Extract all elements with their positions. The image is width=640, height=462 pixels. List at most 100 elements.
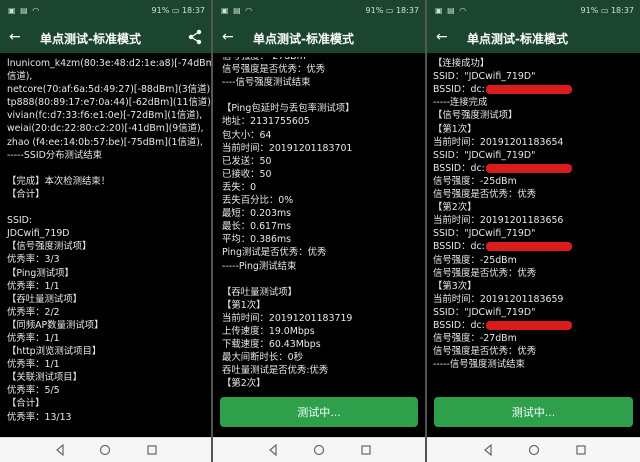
log-line-text: 信号强度：-25dBm bbox=[433, 254, 517, 266]
button-area: 测试中... bbox=[427, 389, 640, 437]
log-line-text: -----信号强度测试结束 bbox=[433, 359, 525, 371]
log-line-text: 【合计】 bbox=[7, 188, 45, 200]
log-scroll-area[interactable]: JDCwifi_719D【连接成功】SSID："JDCwifi_719D"BSS… bbox=[427, 53, 640, 437]
button-area: 测试中... bbox=[213, 389, 425, 437]
log-line: 【合计】 bbox=[7, 397, 209, 410]
log-line-text: zhao (f4:ee:14:0b:57:be)[-75dBm](1信道), bbox=[7, 136, 203, 148]
log-line: 【第3次】 bbox=[433, 280, 638, 293]
log-line-text: 【http浏览测试项目】 bbox=[7, 346, 102, 358]
log-line: 当前时间：20191201183701 bbox=[222, 142, 423, 155]
log-line-text: 【完成】本次检测结束！ bbox=[7, 175, 111, 187]
log-line: 【http浏览测试项目】 bbox=[7, 345, 209, 358]
log-line-text: weiai(20:dc:22:80:c2:20)[-41dBm](9信道), bbox=[7, 123, 204, 135]
log-line-text: 【信号强度测试项】 bbox=[7, 241, 92, 253]
log-line: 优秀率：1/1 bbox=[7, 280, 209, 293]
log-line: BSSID：dc: bbox=[433, 240, 638, 253]
phone-screen-1: ▣ ▤ ◠ 91% ▭ 18:37 ← 单点测试-标准模式 lnunicom_k… bbox=[0, 0, 211, 462]
phone-screen-3: ▣ ▤ ◠ 91% ▭ 18:37 ← 单点测试-标准模式 JDCwifi_71… bbox=[427, 0, 640, 462]
log-line: weiai(20:dc:22:80:c2:20)[-41dBm](9信道), bbox=[7, 122, 209, 135]
log-line-text: 最长：0.617ms bbox=[222, 221, 291, 233]
log-line-text: Ping测试是否优秀：优秀 bbox=[222, 247, 327, 259]
log-line: 信号强度是否优秀：优秀 bbox=[433, 188, 638, 201]
page-title: 单点测试-标准模式 bbox=[40, 32, 141, 46]
nav-recents-icon[interactable] bbox=[146, 444, 158, 456]
log-line: 信号强度：-25dBm bbox=[433, 254, 638, 267]
log-line-text: 当前时间：20191201183654 bbox=[433, 136, 564, 148]
log-line: 【吞吐量测试项】 bbox=[7, 293, 209, 306]
log-line: SSID："JDCwifi_719D" bbox=[433, 306, 638, 319]
log-line: ----信号强度测试结束 bbox=[222, 76, 423, 89]
log-line: 当前时间：20191201183656 bbox=[433, 214, 638, 227]
log-line-text: 丢失：0 bbox=[222, 181, 257, 193]
log-line-text: -----Ping测试结束 bbox=[222, 260, 297, 272]
log-line-text: 【第2次】 bbox=[222, 378, 266, 390]
log-line-text: BSSID：dc: bbox=[433, 319, 485, 331]
log-line-text: SSID："JDCwifi_719D" bbox=[433, 228, 536, 240]
redaction-mark bbox=[485, 242, 572, 252]
log-line: 包大小：64 bbox=[222, 129, 423, 142]
log-line: BSSID：dc: bbox=[433, 319, 638, 332]
log-line: 优秀率：3/3 bbox=[7, 253, 209, 266]
back-arrow-icon[interactable]: ← bbox=[436, 29, 448, 45]
log-line-text: 最大间断时长：0秒 bbox=[222, 352, 303, 364]
log-line: 【合计】 bbox=[7, 188, 209, 201]
log-line: 【同频AP数量测试项】 bbox=[7, 319, 209, 332]
log-line: 信号强度是否优秀：优秀 bbox=[222, 63, 423, 76]
log-line: lnunicom_k4zm(80:3e:48:d2:1e:a8)[-74dBm]… bbox=[7, 57, 211, 70]
log-line: 【Ping测试项】 bbox=[7, 267, 209, 280]
app-bar: ← 单点测试-标准模式 bbox=[427, 22, 640, 53]
log-line-text: 【第2次】 bbox=[433, 202, 477, 214]
testing-button[interactable]: 测试中... bbox=[220, 397, 418, 427]
log-line: 最长：0.617ms bbox=[222, 220, 423, 233]
status-battery-time: 91% ▭ 18:37 bbox=[580, 6, 634, 15]
log-line: 上传速度：19.0Mbps bbox=[222, 325, 423, 338]
log-scroll-area[interactable]: 信号强度：-27dBm 信号强度是否优秀：优秀 ----信号强度测试结束 【Ping包… bbox=[213, 53, 425, 437]
back-arrow-icon[interactable]: ← bbox=[222, 29, 234, 45]
log-line: 【第2次】 bbox=[433, 201, 638, 214]
log-line-text: 【信号强度测试项】 bbox=[433, 110, 518, 122]
log-line-text: 已接收：50 bbox=[222, 168, 272, 180]
log-line-text: 【Ping包延时与丢包率测试项】 bbox=[222, 103, 355, 115]
log-line-text: 地址：2131755605 bbox=[222, 116, 310, 128]
log-line-text: 当前时间：20191201183659 bbox=[433, 293, 564, 305]
log-line: 优秀率：1/1 bbox=[7, 332, 209, 345]
nav-recents-icon[interactable] bbox=[575, 444, 587, 456]
nav-back-icon[interactable] bbox=[268, 444, 278, 456]
system-nav-bar bbox=[213, 437, 425, 462]
log-line-text: 已发送：50 bbox=[222, 155, 272, 167]
nav-back-icon[interactable] bbox=[55, 444, 65, 456]
status-bar: ▣ ▤ ◠ 91% ▭ 18:37 bbox=[427, 0, 640, 22]
page-title: 单点测试-标准模式 bbox=[253, 32, 354, 46]
log-scroll-area[interactable]: lnunicom_k4zm(80:3e:48:d2:1e:a8)[-74dBm]… bbox=[0, 53, 211, 437]
log-line: 【Ping包延时与丢包率测试项】 bbox=[222, 102, 423, 115]
page-title: 单点测试-标准模式 bbox=[467, 32, 568, 46]
log-line-text: 当前时间：20191201183656 bbox=[433, 215, 564, 227]
share-icon[interactable] bbox=[188, 29, 202, 45]
log-line-text: 优秀率：1/1 bbox=[7, 359, 60, 371]
testing-button[interactable]: 测试中... bbox=[434, 397, 633, 427]
back-arrow-icon[interactable]: ← bbox=[9, 29, 21, 45]
log-line-text: 优秀率：13/13 bbox=[7, 411, 72, 423]
system-nav-bar bbox=[0, 437, 211, 462]
nav-recents-icon[interactable] bbox=[360, 444, 372, 456]
nav-home-icon[interactable] bbox=[528, 444, 540, 456]
log-line-text: 包大小：64 bbox=[222, 129, 272, 141]
log-line: 地址：2131755605 bbox=[222, 115, 423, 128]
nav-back-icon[interactable] bbox=[483, 444, 493, 456]
nav-home-icon[interactable] bbox=[99, 444, 111, 456]
log-line-text: 【连接成功】 bbox=[433, 58, 490, 70]
log-line: -----连接完成 bbox=[433, 96, 638, 109]
log-line-text: 【第1次】 bbox=[433, 123, 477, 135]
log-line: 优秀率：1/1 bbox=[7, 358, 209, 371]
log-line: SSID: bbox=[7, 214, 209, 227]
nav-home-icon[interactable] bbox=[313, 444, 325, 456]
log-lines: 信号强度：-27dBm 信号强度是否优秀：优秀 ----信号强度测试结束 【Ping包… bbox=[222, 53, 423, 390]
log-line: -----信号强度测试结束 bbox=[433, 358, 638, 371]
log-line-text: BSSID：dc: bbox=[433, 162, 485, 174]
status-bar: ▣ ▤ ◠ 91% ▭ 18:37 bbox=[0, 0, 211, 22]
log-line-text: 吞吐量测试是否优秀:优秀 bbox=[222, 365, 329, 377]
log-line-text: 【Ping测试项】 bbox=[7, 267, 74, 279]
status-battery-time: 91% ▭ 18:37 bbox=[151, 6, 205, 15]
